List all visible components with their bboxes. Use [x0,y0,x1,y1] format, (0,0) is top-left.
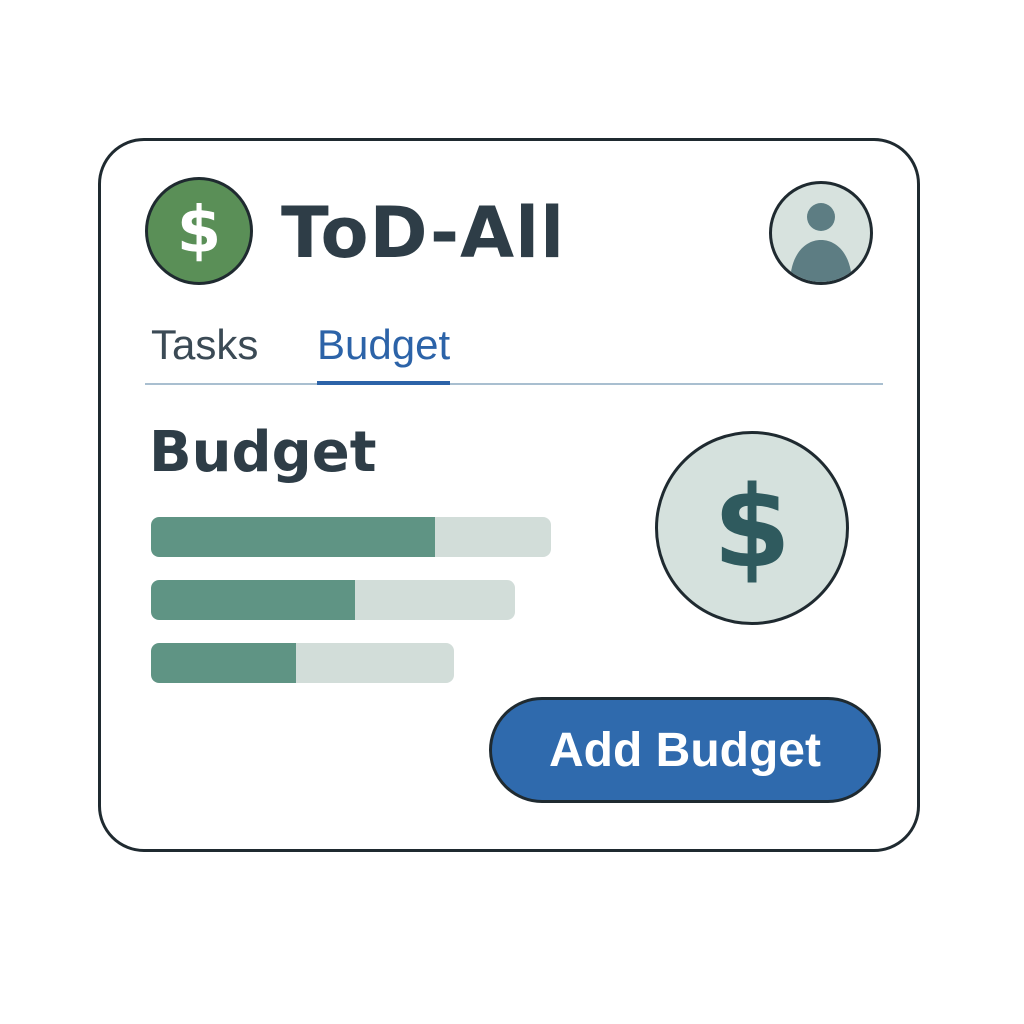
budget-dollar-icon: $ [655,431,849,625]
budget-progress-fill [151,643,297,683]
tab-bar: Tasks Budget [145,311,883,385]
tab-budget[interactable]: Budget [317,319,451,385]
section-title: Budget [149,420,377,485]
budget-progress-bar [151,517,551,557]
app-logo-dollar-icon: $ [145,177,253,285]
budget-progress-fill [151,580,355,620]
logo-symbol: $ [176,194,222,268]
tab-tasks[interactable]: Tasks [151,319,258,381]
user-silhouette-icon [790,203,852,282]
app-card: $ ToD-All Tasks Budget Budget $ Add Budg… [98,138,920,852]
app-title: ToD-All [281,192,566,274]
budget-progress-fill [151,517,435,557]
big-dollar-symbol: $ [713,463,791,593]
budget-progress-bar [151,643,454,683]
budget-progress-bar [151,580,515,620]
add-budget-button[interactable]: Add Budget [489,697,881,803]
user-avatar-icon[interactable] [769,181,873,285]
